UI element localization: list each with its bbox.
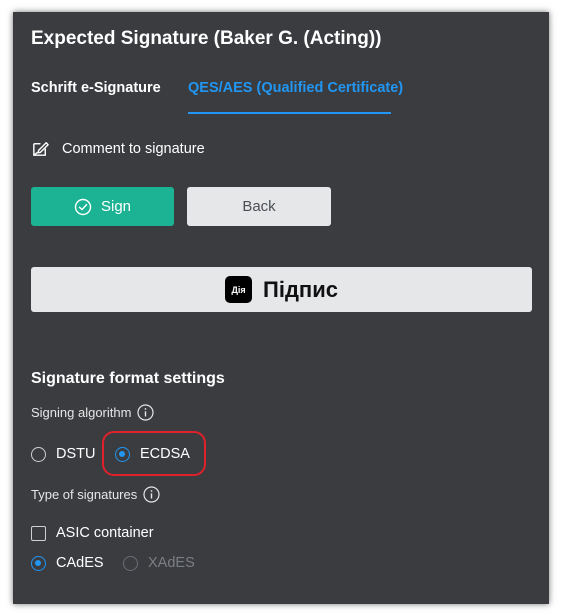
comment-label: Comment to signature	[62, 140, 205, 157]
signature-panel: Expected Signature (Baker G. (Acting)) S…	[13, 12, 549, 604]
tab-schrift-e-signature[interactable]: Schrift e-Signature	[31, 80, 161, 96]
signature-format-settings-heading: Signature format settings	[31, 370, 225, 387]
radio-cades-control[interactable]	[31, 555, 46, 571]
comment-to-signature-link[interactable]: Comment to signature	[31, 139, 205, 158]
active-tab-indicator	[188, 112, 391, 114]
diia-sign-button[interactable]: Дія Підпис	[31, 267, 532, 312]
type-of-signatures-text: Type of signatures	[31, 487, 138, 502]
sign-button-label: Sign	[100, 198, 132, 215]
back-button-label: Back	[242, 198, 276, 215]
checkbox-asic-container[interactable]: ASIC container	[31, 525, 154, 541]
signing-algorithm-label: Signing algorithm	[31, 404, 155, 421]
diia-sign-label: Підпис	[263, 276, 338, 302]
type-of-signatures-label: Type of signatures	[31, 486, 160, 503]
radio-cades[interactable]: CAdES	[31, 555, 104, 571]
radio-dstu[interactable]: DSTU	[31, 446, 95, 462]
radio-xades-control	[123, 555, 138, 571]
back-button[interactable]: Back	[187, 187, 331, 226]
radio-xades-label: XAdES	[148, 555, 195, 571]
checkbox-asic-label: ASIC container	[56, 525, 154, 541]
diia-logo-icon: Дія	[225, 276, 253, 303]
info-icon[interactable]	[137, 404, 155, 421]
panel-title: Expected Signature (Baker G. (Acting))	[31, 28, 382, 49]
radio-dstu-control[interactable]	[31, 446, 46, 462]
signing-algorithm-text: Signing algorithm	[31, 405, 132, 420]
info-icon[interactable]	[143, 486, 160, 503]
checkbox-asic-control[interactable]	[31, 525, 46, 541]
sign-button[interactable]: Sign	[31, 187, 174, 226]
radio-dstu-label: DSTU	[56, 446, 96, 462]
radio-xades: XAdES	[123, 555, 195, 571]
edit-icon	[33, 142, 49, 156]
tab-qes-aes[interactable]: QES/AES (Qualified Certificate)	[188, 80, 403, 96]
check-circle-icon	[74, 198, 92, 215]
radio-cades-label: CAdES	[56, 555, 104, 571]
ecdsa-highlight-annotation	[102, 431, 206, 476]
